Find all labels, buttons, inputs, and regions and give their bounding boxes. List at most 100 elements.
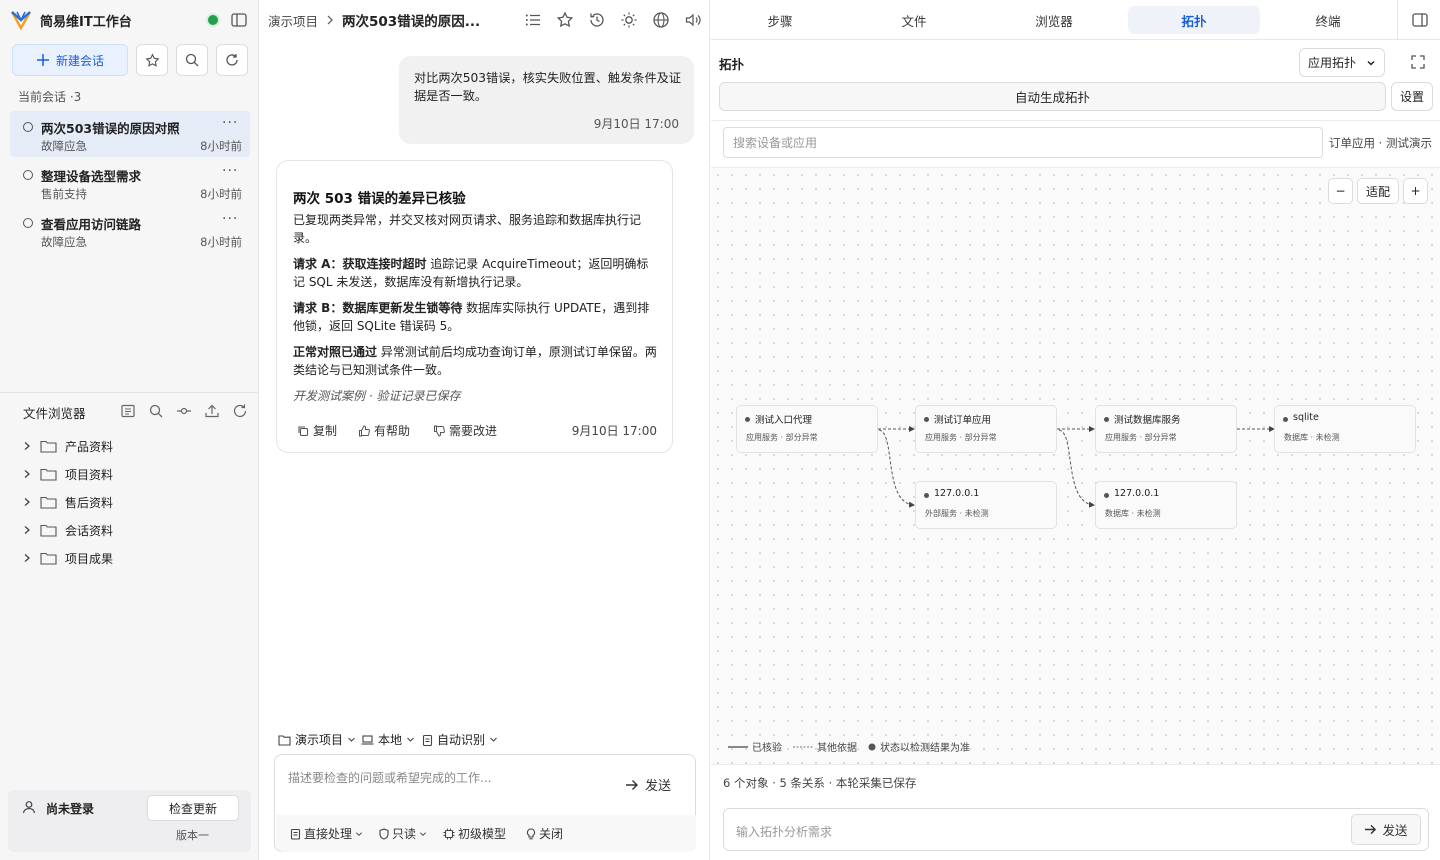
model-select[interactable]: 初级模型 [443,825,506,842]
breadcrumb-current: 两次503错误的原因... [342,14,481,30]
upload-icon[interactable] [204,403,220,419]
more-icon[interactable]: ··· [222,115,238,131]
tab-topology[interactable]: 拓扑 [1128,6,1260,34]
thumbs-down-icon [433,425,445,437]
tab-terminal[interactable]: 终端 [1262,6,1394,34]
folder-item[interactable]: 项目成果 [22,548,113,568]
account-name[interactable]: 尚未登录 [46,800,94,817]
chevron-right-icon [22,525,32,535]
topology-node[interactable]: 测试数据库服务 应用服务 · 部分异常 [1095,405,1237,453]
user-icon [22,800,36,814]
divider [1397,0,1398,40]
app-window: 简易维IT工作台 新建会话 当前会话 ·3 两次503错误的原因对照 ··· 故… [0,0,1440,860]
chip-icon [443,828,455,840]
topology-node[interactable]: sqlite 数据库 · 未检测 [1274,405,1416,453]
new-session-button[interactable]: 新建会话 [12,44,128,76]
mode-select[interactable]: 直接处理 [290,825,363,842]
topology-node[interactable]: 127.0.0.1 外部服务 · 未检测 [915,481,1057,529]
close-option[interactable]: 关闭 [526,825,563,842]
more-icon[interactable]: ··· [222,211,238,227]
folder-item[interactable]: 产品资料 [22,436,113,456]
assistant-reply: 两次 503 错误的差异已核验 已复现两类异常，并交叉核对网页请求、服务追踪和数… [276,160,673,453]
session-item[interactable]: 整理设备选型需求 ··· 售前支持 8小时前 [10,159,250,205]
user-message-time: 9月10日 17:00 [593,117,679,131]
topology-canvas[interactable]: − 适配 + 测试入口代理 应用服务 · 部分异常 测试订单应用 应用服务 · … [711,167,1440,765]
session-time: 8小时前 [200,235,242,249]
environment-label: 本地 [378,733,403,747]
auto-generate-button[interactable]: 自动生成拓扑 [719,82,1386,111]
project-select[interactable]: 演示项目 [278,731,356,748]
session-item[interactable]: 两次503错误的原因对照 ··· 故障应急 8小时前 [10,111,250,157]
sidebar-toggle-icon[interactable] [230,11,248,29]
settings-button[interactable]: 设置 [1391,82,1433,111]
search-icon[interactable] [148,403,164,419]
node-status: 数据库 · 未检测 [1284,433,1340,442]
node-status-dot [1104,417,1109,422]
chevron-right-icon [22,497,32,507]
folder-label: 项目成果 [65,551,114,566]
message-input[interactable]: 描述要检查的问题或希望完成的工作... [288,769,491,786]
search-sessions-button[interactable] [176,44,208,76]
refresh-icon[interactable] [232,403,248,419]
history-icon[interactable] [588,11,606,29]
helpful-button[interactable]: 有帮助 [358,422,410,439]
topology-node[interactable]: 127.0.0.1 数据库 · 未检测 [1095,481,1237,529]
session-item[interactable]: 查看应用访问链路 ··· 故障应急 8小时前 [10,207,250,253]
reply-title: 两次 503 错误的差异已核验 [293,191,466,207]
speaker-icon[interactable] [684,11,702,29]
folder-item[interactable]: 项目资料 [22,464,113,484]
search-icon [185,53,199,67]
view-select[interactable]: 应用拓扑 [1299,48,1385,77]
topology-node[interactable]: 测试入口代理 应用服务 · 部分异常 [736,405,878,453]
scope-label: 订单应用 · 测试演示 [1329,136,1432,150]
check-update-button[interactable]: 检查更新 [147,795,239,821]
close-label: 关闭 [539,827,564,841]
tab-files[interactable]: 文件 [846,6,982,34]
document-icon [290,828,301,840]
topology-node[interactable]: 测试订单应用 应用服务 · 部分异常 [915,405,1057,453]
node-name: 127.0.0.1 [1114,488,1160,499]
permission-select[interactable]: 只读 [379,825,427,842]
sun-icon[interactable] [620,11,638,29]
permission-label: 只读 [392,827,417,841]
send-button[interactable]: 发送 [625,775,671,794]
document-list-icon[interactable] [120,403,136,419]
environment-select[interactable]: 本地 [361,731,415,748]
chevron-right-icon [326,14,334,26]
node-status: 外部服务 · 未检测 [925,509,989,518]
topology-stats: 6 个对象 · 5 条关系 · 本轮采集已保存 [723,776,917,790]
breadcrumb-root[interactable]: 演示项目 [268,11,318,30]
device-search-input[interactable]: 搜索设备或应用 [723,127,1323,158]
model-label: 初级模型 [458,827,507,841]
topology-input[interactable]: 输入拓扑分析需求 [736,823,832,840]
node-status-dot [924,417,929,422]
folder-item[interactable]: 售后资料 [22,492,113,512]
chevron-down-icon [1366,58,1376,68]
folder-icon [40,551,57,565]
globe-icon[interactable] [652,11,670,29]
refresh-sessions-button[interactable] [216,44,248,76]
chevron-down-icon [406,735,415,744]
fullscreen-icon[interactable] [1410,54,1426,70]
tab-steps[interactable]: 步骤 [711,6,849,34]
account-panel: 尚未登录 检查更新 版本一 [8,790,251,852]
topology-send-button[interactable]: 发送 [1351,814,1421,845]
list-icon[interactable] [524,11,542,29]
tab-browser[interactable]: 浏览器 [987,6,1121,34]
favorites-button[interactable] [136,44,168,76]
session-tag: 售前支持 [41,187,87,201]
chevron-down-icon [355,830,363,838]
reply-item: 正常对照已通过 异常测试前后均成功查询订单，原测试订单保留。两类结论与已知测试条… [293,343,660,379]
copy-button[interactable]: 复制 [297,422,337,439]
detect-select[interactable]: 自动识别 [422,731,498,748]
star-icon[interactable] [556,11,574,29]
app-title: 简易维IT工作台 [40,14,132,30]
folder-item[interactable]: 会话资料 [22,520,113,540]
panel-toggle-icon[interactable] [1411,11,1429,29]
improve-label: 需要改进 [449,424,498,438]
lightbulb-icon [526,827,536,840]
improve-button[interactable]: 需要改进 [433,422,497,439]
divider [711,120,1440,121]
more-icon[interactable]: ··· [222,163,238,179]
git-commit-icon[interactable] [176,403,192,419]
